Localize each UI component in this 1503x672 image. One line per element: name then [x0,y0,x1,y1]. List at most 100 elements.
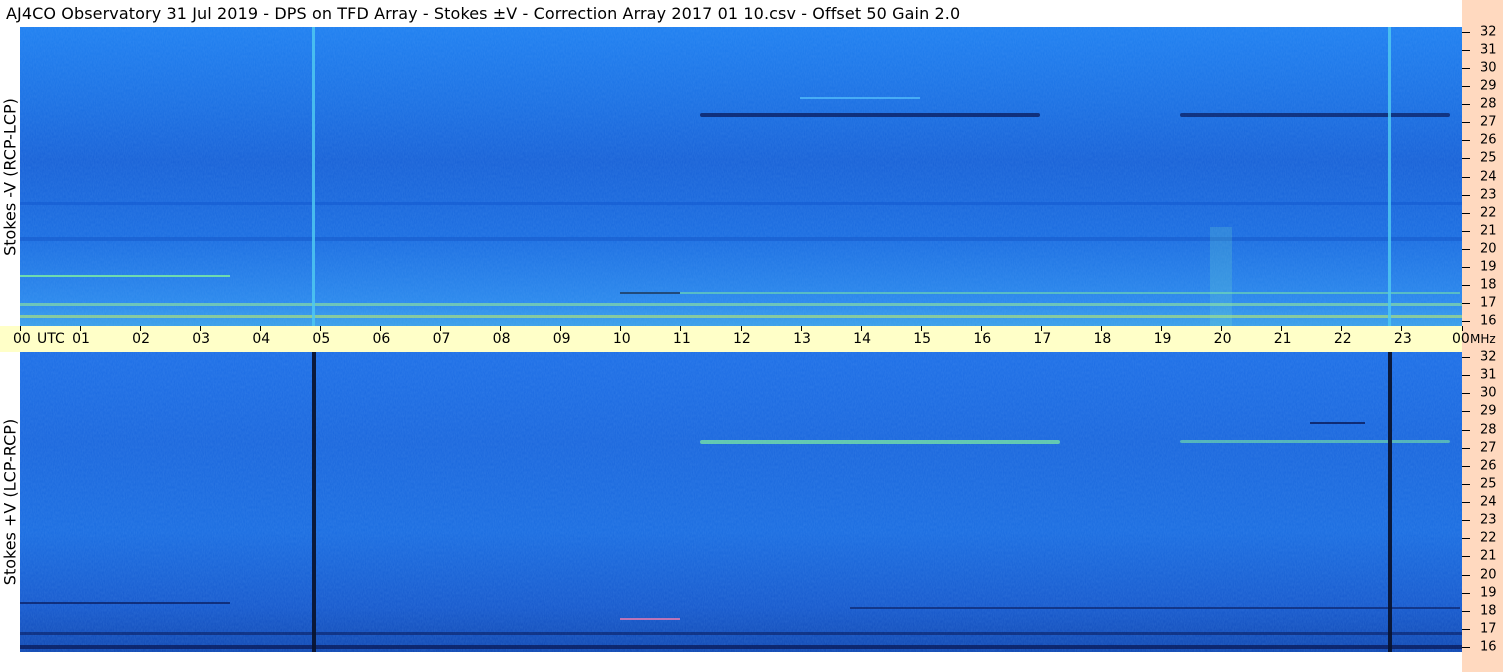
frequency-tick-mark [1462,122,1470,124]
frequency-tick-label: 22 [1480,205,1497,221]
frequency-tick-mark [1462,302,1470,304]
frequency-tick-label: 21 [1480,223,1497,239]
frequency-tick-mark [1462,429,1470,431]
frequency-tick-mark [1462,574,1470,576]
frequency-tick-label: 31 [1480,42,1497,58]
frequency-axis-top: 32 31 30 29 28 27 26 25 24 23 22 21 20 19 18 17 16 [1462,24,1503,329]
frequency-tick-mark [1462,158,1470,160]
frequency-tick-mark [1462,520,1470,522]
time-tick-label: 03 [192,331,211,347]
frequency-tick-label: 26 [1480,132,1497,148]
frequency-tick-mark [1462,628,1470,630]
utc-label: UTC [37,331,65,347]
frequency-tick-label: 29 [1480,403,1497,419]
frequency-tick-mark [1462,284,1470,286]
frequency-tick-label: 22 [1480,530,1497,546]
frequency-tick-label: 29 [1480,78,1497,94]
frequency-tick-mark [1462,266,1470,268]
frequency-tick-mark [1462,592,1470,594]
frequency-tick-mark [1462,357,1470,358]
frequency-tick-mark [1462,465,1470,467]
spectrogram-bottom-graphic [20,352,1462,652]
bottom-panel-label-text: Stokes +V (LCP-RCP) [0,418,20,586]
frequency-tick-label: 18 [1480,277,1497,293]
frequency-tick-label: 23 [1480,512,1497,528]
page-title: AJ4CO Observatory 31 Jul 2019 - DPS on T… [6,4,961,23]
frequency-tick-mark [1462,393,1470,395]
time-tick-label: 19 [1153,331,1172,347]
frequency-tick-label: 32 [1480,24,1497,40]
mhz-unit-label: MHz [1470,332,1496,346]
frequency-tick-mark [1462,140,1470,142]
frequency-tick-mark [1462,647,1470,648]
time-tick-label: 22 [1333,331,1352,347]
frequency-tick-mark [1462,321,1470,322]
frequency-tick-mark [1462,447,1470,449]
frequency-tick-mark [1462,610,1470,612]
frequency-tick-mark [1462,502,1470,503]
frequency-tick-mark [1462,176,1470,178]
frequency-tick-label: 25 [1480,150,1497,166]
time-tick-label: 05 [312,331,331,347]
frequency-tick-label: 25 [1480,476,1497,492]
time-tick-label: 00 [13,331,31,347]
frequency-axis-bottom: 32 31 30 29 28 27 26 25 24 23 22 21 20 19 18 17 16 [1462,349,1503,655]
time-tick-label: 07 [432,331,451,347]
frequency-tick-label: 28 [1480,96,1497,112]
frequency-tick-label: 17 [1480,621,1497,637]
time-tick-label: 04 [252,331,271,347]
time-tick-label: 23 [1393,331,1412,347]
frequency-tick-label: 16 [1480,639,1497,655]
time-tick-label: 13 [793,331,811,347]
frequency-tick-mark [1462,194,1470,196]
title-bar: AJ4CO Observatory 31 Jul 2019 - DPS on T… [0,0,1462,27]
frequency-tick-label: 27 [1480,114,1497,130]
frequency-tick-label: 31 [1480,367,1497,383]
time-tick-label: 16 [973,331,992,347]
frequency-tick-label: 32 [1480,349,1497,365]
frequency-tick-mark [1462,483,1470,485]
time-tick-label: 18 [1093,331,1112,347]
frequency-tick-mark [1462,32,1470,33]
frequency-tick-mark [1462,86,1470,88]
spectrogram-top-graphic [20,27,1462,326]
frequency-tick-label: 20 [1480,241,1497,257]
frequency-tick-mark [1462,212,1470,214]
bottom-panel-label: Stokes +V (LCP-RCP) [0,352,20,652]
frequency-tick-label: 23 [1480,187,1497,203]
time-axis: 00 01 02 03 04 05 06 07 08 09 10 11 12 13 14 15 16 17 18 19… [0,326,1496,352]
time-tick-label: 08 [492,331,511,347]
frequency-tick-label: 26 [1480,458,1497,474]
spectrogram-bottom-panel[interactable] [20,352,1462,652]
time-tick-label: 14 [853,331,871,347]
frequency-tick-mark [1462,538,1470,540]
frequency-tick-label: 18 [1480,603,1497,619]
frequency-tick-mark [1462,68,1470,70]
time-tick-label: 12 [733,331,751,347]
frequency-tick-mark [1462,411,1470,413]
bottom-margin [0,652,1462,672]
frequency-tick-label: 24 [1480,169,1497,184]
frequency-tick-label: 30 [1480,385,1497,401]
spectrogram-top-panel[interactable] [20,27,1462,326]
time-tick-label: 20 [1213,331,1232,347]
time-tick-label: 01 [72,331,90,347]
frequency-tick-label: 21 [1480,548,1497,564]
frequency-tick-label: 24 [1480,494,1497,510]
frequency-tick-mark [1462,230,1470,232]
frequency-tick-label: 28 [1480,422,1497,437]
frequency-tick-mark [1462,104,1470,106]
time-tick-label: 02 [132,331,150,347]
frequency-tick-mark [1462,248,1470,250]
frequency-tick-label: 19 [1480,259,1497,275]
frequency-tick-label: 27 [1480,440,1497,456]
time-tick-label: 10 [612,331,631,347]
frequency-tick-label: 19 [1480,585,1497,601]
frequency-tick-label: 20 [1480,567,1497,582]
time-tick-label: 15 [913,331,932,347]
top-panel-label: Stokes -V (RCP-LCP) [0,27,20,326]
time-tick-label: 11 [672,331,691,347]
time-tick-label: 21 [1273,331,1292,347]
frequency-tick-label: 30 [1480,60,1497,76]
frequency-tick-mark [1462,50,1470,52]
